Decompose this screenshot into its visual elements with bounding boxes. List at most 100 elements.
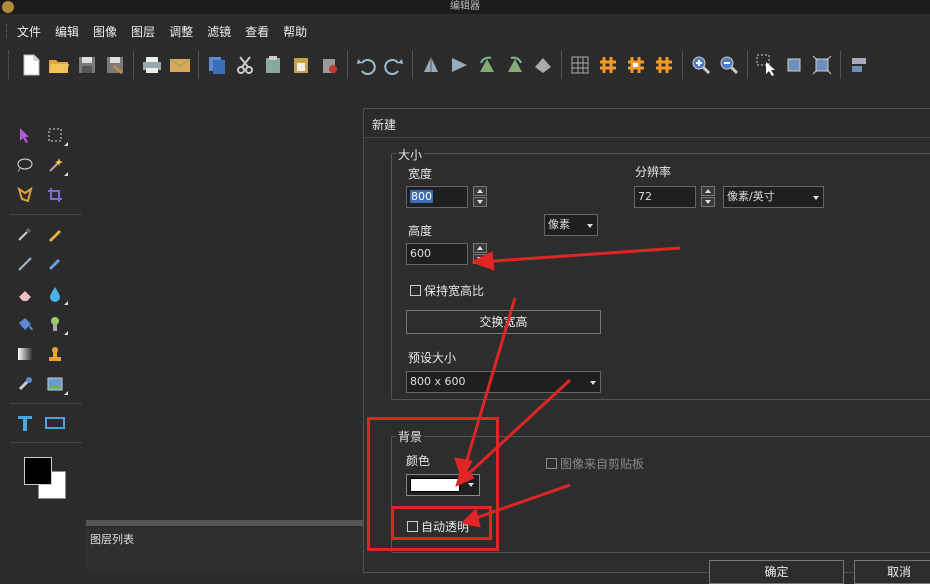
hash-alt-icon[interactable] — [650, 51, 678, 79]
width-spinner[interactable] — [473, 186, 487, 208]
resolution-unit-value: 像素/英寸 — [727, 190, 775, 203]
zoom-in-icon[interactable] — [687, 51, 715, 79]
resolution-input[interactable]: 72 — [634, 186, 696, 208]
height-value: 600 — [410, 247, 431, 260]
swap-dimensions-button[interactable]: 交换宽高 — [406, 310, 601, 334]
rotate-free-icon[interactable] — [529, 51, 557, 79]
magic-wand-icon[interactable] — [40, 152, 70, 178]
print-icon[interactable] — [138, 51, 166, 79]
zoom-out-icon[interactable] — [715, 51, 743, 79]
save-as-icon[interactable] — [101, 51, 129, 79]
clone-tool-icon[interactable] — [40, 311, 70, 337]
eraser-icon[interactable] — [10, 281, 40, 307]
image-insert-icon[interactable] — [40, 371, 70, 397]
from-clipboard-checkbox[interactable]: 图像来自剪贴板 — [546, 455, 644, 472]
flip-horizontal-icon[interactable] — [445, 51, 473, 79]
height-input[interactable]: 600 — [406, 243, 468, 265]
cut-icon[interactable] — [231, 51, 259, 79]
polygon-select-icon[interactable] — [10, 182, 40, 208]
crop-canvas-icon[interactable] — [780, 51, 808, 79]
panel-splitter[interactable] — [86, 520, 366, 526]
toolbar-separator — [133, 51, 134, 79]
open-folder-icon[interactable] — [45, 51, 73, 79]
main-toolbar — [0, 46, 930, 84]
fill-bucket-icon[interactable] — [10, 311, 40, 337]
unit-select-value: 像素 — [548, 218, 570, 231]
cancel-button[interactable]: 取消 — [854, 560, 930, 584]
keep-ratio-checkbox[interactable]: 保持宽高比 — [410, 282, 484, 299]
resize-canvas-icon[interactable] — [808, 51, 836, 79]
height-spin-down[interactable] — [473, 254, 487, 264]
flip-vertical-icon[interactable] — [417, 51, 445, 79]
move-pointer-icon[interactable] — [10, 122, 40, 148]
toolbar-grip[interactable] — [8, 51, 13, 79]
save-icon[interactable] — [73, 51, 101, 79]
new-file-icon[interactable] — [17, 51, 45, 79]
pencil-icon[interactable] — [40, 221, 70, 247]
menu-adjust[interactable]: 调整 — [169, 23, 193, 40]
annotation-box-auto-transparent — [391, 506, 492, 540]
blur-drop-icon[interactable] — [40, 281, 70, 307]
menu-help[interactable]: 帮助 — [283, 23, 307, 40]
smudge-icon[interactable] — [10, 371, 40, 397]
crop-icon[interactable] — [40, 182, 70, 208]
resolution-spin-down[interactable] — [701, 197, 715, 207]
menu-layer[interactable]: 图层 — [131, 23, 155, 40]
height-spin-up[interactable] — [473, 243, 487, 253]
lasso-icon[interactable] — [10, 152, 40, 178]
clear-icon[interactable] — [315, 51, 343, 79]
color-swatches — [10, 447, 82, 507]
resolution-spin-up[interactable] — [701, 186, 715, 196]
select-pointer-icon[interactable] — [752, 51, 780, 79]
menu-file[interactable]: 文件 — [17, 23, 41, 40]
width-value: 800 — [410, 190, 433, 203]
preset-select[interactable]: 800 x 600 — [406, 371, 601, 393]
width-spin-down[interactable] — [473, 197, 487, 207]
menu-bar: 文件 编辑 图像 图层 调整 滤镜 查看 帮助 — [0, 20, 930, 42]
dialog-title: 新建 — [372, 118, 397, 132]
align-icon[interactable] — [845, 51, 873, 79]
rotate-left-icon[interactable] — [473, 51, 501, 79]
hash-snap-icon[interactable] — [622, 51, 650, 79]
brush-icon[interactable] — [40, 251, 70, 277]
dialog-title-bar[interactable]: 新建 — [364, 109, 930, 138]
resolution-value: 72 — [638, 190, 652, 203]
width-spin-up[interactable] — [473, 186, 487, 196]
menu-grip[interactable] — [6, 24, 11, 38]
menu-filter[interactable]: 滤镜 — [207, 23, 231, 40]
width-input[interactable]: 800 — [406, 186, 468, 208]
stamp-icon[interactable] — [40, 341, 70, 367]
grid-icon[interactable] — [566, 51, 594, 79]
layers-panel-title: 图层列表 — [90, 533, 134, 546]
foreground-color-swatch[interactable] — [24, 457, 52, 485]
height-spinner[interactable] — [473, 243, 487, 265]
checkbox-box[interactable] — [410, 285, 421, 296]
width-label: 宽度 — [408, 167, 433, 181]
email-icon[interactable] — [166, 51, 194, 79]
menu-view[interactable]: 查看 — [245, 23, 269, 40]
rotate-right-icon[interactable] — [501, 51, 529, 79]
text-tool-icon[interactable] — [10, 410, 40, 436]
undo-icon[interactable] — [352, 51, 380, 79]
resolution-unit-select[interactable]: 像素/英寸 — [723, 186, 824, 208]
menu-image[interactable]: 图像 — [93, 23, 117, 40]
ok-button[interactable]: 确定 — [709, 560, 844, 584]
resolution-label: 分辨率 — [635, 165, 672, 179]
rect-select-icon[interactable] — [40, 122, 70, 148]
checkbox-box[interactable] — [546, 458, 557, 469]
redo-icon[interactable] — [380, 51, 408, 79]
shape-rect-icon[interactable] — [40, 410, 70, 436]
menu-edit[interactable]: 编辑 — [55, 23, 79, 40]
hash-icon[interactable] — [594, 51, 622, 79]
paste-into-icon[interactable] — [287, 51, 315, 79]
chevron-down-icon — [587, 224, 593, 228]
eyedropper-icon[interactable] — [10, 221, 40, 247]
resolution-spinner[interactable] — [701, 186, 715, 208]
layers-panel: 图层列表 — [86, 527, 366, 571]
copy-icon[interactable] — [203, 51, 231, 79]
unit-select[interactable]: 像素 — [544, 214, 598, 236]
paste-icon[interactable] — [259, 51, 287, 79]
line-icon[interactable] — [10, 251, 40, 277]
gradient-icon[interactable] — [10, 341, 40, 367]
preset-value: 800 x 600 — [410, 375, 466, 388]
